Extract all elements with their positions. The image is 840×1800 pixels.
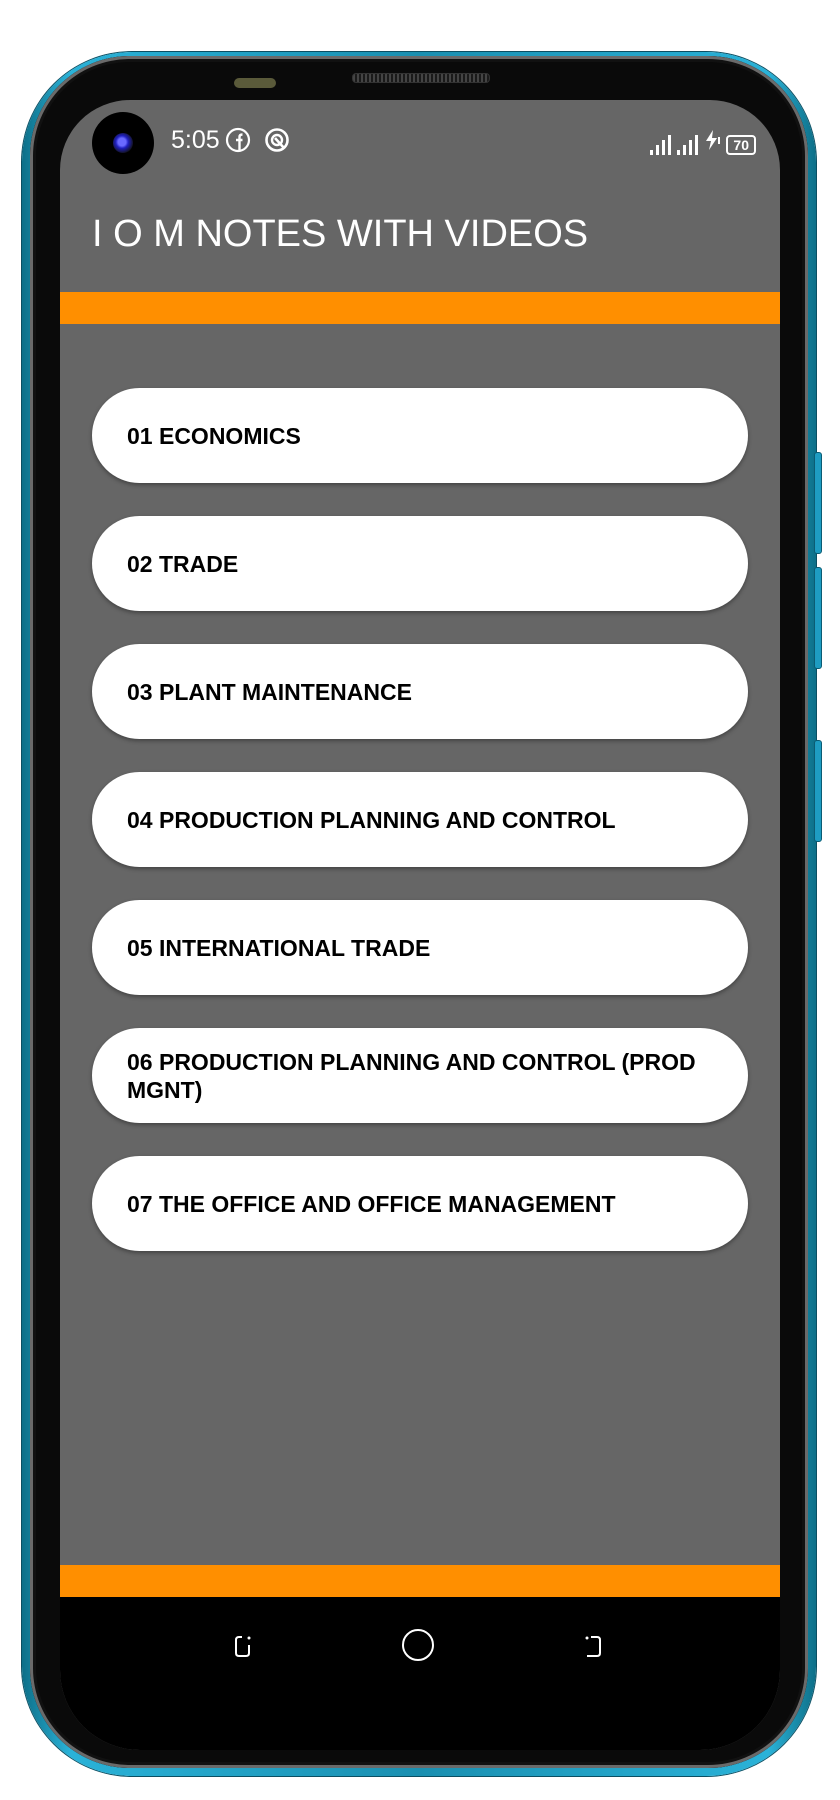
- volume-up-button: [814, 452, 822, 554]
- accent-band-top: [60, 292, 780, 324]
- earpiece-speaker: [352, 73, 490, 83]
- app-title: I O M NOTES WITH VIDEOS: [92, 213, 589, 255]
- chapter-item-07[interactable]: 07 THE OFFICE AND OFFICE MANAGEMENT: [92, 1156, 748, 1251]
- accent-band-bottom: [60, 1565, 780, 1597]
- chapter-item-04[interactable]: 04 PRODUCTION PLANNING AND CONTROL: [92, 772, 748, 867]
- chapter-item-02[interactable]: 02 TRADE: [92, 516, 748, 611]
- chapter-label: 05 INTERNATIONAL TRADE: [127, 934, 431, 961]
- screen: 5:05 70 I O M NOTES WITH VIDEOS 01 ECONO…: [60, 100, 780, 1750]
- chapter-label: 02 TRADE: [127, 550, 239, 577]
- facebook-icon: [225, 127, 251, 153]
- home-button[interactable]: [398, 1627, 438, 1667]
- chapter-label: 04 PRODUCTION PLANNING AND CONTROL: [127, 806, 616, 833]
- recents-button[interactable]: [223, 1627, 263, 1667]
- front-camera: [92, 112, 154, 174]
- bolt-icon: [704, 130, 721, 155]
- chapter-item-01[interactable]: 01 ECONOMICS: [92, 388, 748, 483]
- proximity-sensor: [234, 78, 276, 88]
- power-button: [814, 740, 822, 842]
- navigation-bar: [60, 1597, 780, 1750]
- status-time: 5:05: [171, 126, 220, 154]
- battery-indicator: 70: [726, 135, 756, 155]
- chapter-label: 07 THE OFFICE AND OFFICE MANAGEMENT: [127, 1190, 616, 1217]
- chapter-label: 06 PRODUCTION PLANNING AND CONTROL (PROD…: [127, 1048, 696, 1103]
- back-button[interactable]: [573, 1627, 613, 1667]
- chapter-item-05[interactable]: 05 INTERNATIONAL TRADE: [92, 900, 748, 995]
- back-icon: [577, 1629, 609, 1666]
- chapter-item-03[interactable]: 03 PLANT MAINTENANCE: [92, 644, 748, 739]
- home-icon: [401, 1628, 435, 1667]
- signal-sim1-icon: [650, 135, 672, 155]
- chapter-label: 01 ECONOMICS: [127, 422, 301, 449]
- volume-down-button: [814, 567, 822, 669]
- chapter-list: 01 ECONOMICS 02 TRADE 03 PLANT MAINTENAN…: [92, 388, 748, 1284]
- sync-circle-icon: [264, 127, 290, 153]
- chapter-label: 03 PLANT MAINTENANCE: [127, 678, 412, 705]
- chapter-item-06[interactable]: 06 PRODUCTION PLANNING AND CONTROL (PROD…: [92, 1028, 748, 1123]
- signal-sim2-icon: [677, 135, 699, 155]
- status-right-group: 70: [650, 130, 756, 155]
- recents-icon: [227, 1629, 259, 1666]
